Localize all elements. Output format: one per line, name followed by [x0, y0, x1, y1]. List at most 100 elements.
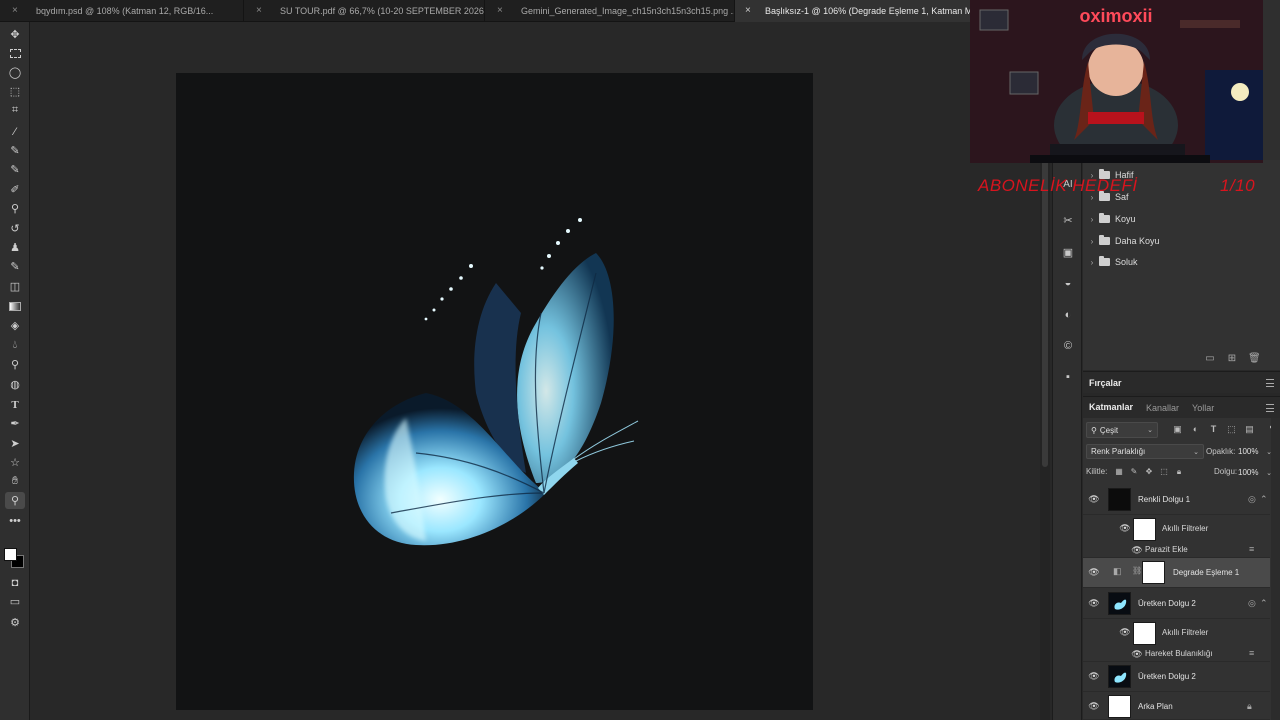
- layer-name: Degrade Eşleme 1: [1173, 568, 1240, 577]
- layer-degrade-esleme-1[interactable]: 👁︎ ◧ ⛓ Degrade Eşleme 1: [1083, 558, 1270, 588]
- close-tab-icon[interactable]: ×: [256, 5, 262, 16]
- new-preset-icon[interactable]: ⊞: [1226, 353, 1238, 365]
- layer-thumbnail: [1108, 488, 1131, 511]
- history-brush-icon[interactable]: ↺: [5, 220, 25, 237]
- link-icon[interactable]: ⛓: [1132, 566, 1142, 575]
- cc-icon[interactable]: ©: [1060, 338, 1076, 354]
- clone-stamp-icon[interactable]: ⚲: [5, 200, 25, 217]
- preset-folder-soluk[interactable]: › Soluk: [1083, 252, 1268, 272]
- preset-folder-koyu[interactable]: › Koyu: [1083, 209, 1268, 229]
- preset-folder-daha-koyu[interactable]: › Daha Koyu: [1083, 231, 1268, 251]
- smart-filters-row[interactable]: 👁︎ Akıllı Filtreler: [1083, 514, 1270, 544]
- tab-layers[interactable]: Katmanlar: [1089, 397, 1134, 419]
- filter-hareket-bulanikligi[interactable]: 👁︎ Hareket Bulanıklığı ≡: [1083, 646, 1270, 662]
- tab-paths[interactable]: Yollar: [1192, 397, 1214, 419]
- smart-filters-row-2[interactable]: 👁︎ Akıllı Filtreler: [1083, 618, 1270, 648]
- healing-brush-icon[interactable]: ✎: [5, 142, 25, 159]
- shape-filter-icon[interactable]: ⬚: [1226, 424, 1237, 435]
- visibility-eye-icon[interactable]: 👁︎: [1131, 545, 1143, 555]
- crop-icon[interactable]: ⌗: [5, 102, 25, 119]
- properties-icon[interactable]: ▣: [1060, 244, 1076, 260]
- spot-brush-icon[interactable]: ✎: [5, 258, 25, 275]
- close-tab-icon[interactable]: ×: [12, 5, 18, 16]
- pen-icon[interactable]: ✒: [5, 415, 25, 432]
- plugins-icon[interactable]: ▪: [1060, 369, 1076, 385]
- new-folder-icon[interactable]: ▭: [1204, 353, 1216, 365]
- eraser-icon[interactable]: ◫: [5, 278, 25, 295]
- visibility-eye-icon[interactable]: 👁︎: [1088, 567, 1100, 577]
- close-tab-icon[interactable]: ×: [497, 5, 503, 16]
- visibility-eye-icon[interactable]: 👁︎: [1088, 598, 1100, 608]
- zoom-icon[interactable]: ⚲: [5, 492, 25, 509]
- eyedropper-icon[interactable]: ⁄: [5, 123, 25, 140]
- foreground-color-swatch[interactable]: [4, 548, 17, 561]
- filter-kind-select[interactable]: ⚲ Çeşit ⌄: [1086, 422, 1158, 438]
- visibility-eye-icon[interactable]: 👁︎: [1131, 649, 1143, 659]
- visibility-eye-icon[interactable]: 👁︎: [1088, 701, 1100, 711]
- tools-icon[interactable]: ✂: [1060, 212, 1076, 228]
- marquee-icon[interactable]: [5, 45, 25, 62]
- smart-filter-icon[interactable]: ◎: [1248, 598, 1256, 609]
- brushes-panel-header[interactable]: Fırçalar: [1083, 371, 1280, 393]
- lock-position-icon[interactable]: ✥: [1144, 467, 1154, 477]
- visibility-eye-icon[interactable]: 👁︎: [1088, 671, 1100, 681]
- quick-mask-icon[interactable]: ◘: [5, 574, 25, 591]
- adjustment-filter-icon[interactable]: ◐: [1190, 424, 1201, 435]
- layer-uretken-dolgu-2[interactable]: 👁︎ Üretken Dolgu 2 ◎ ⌃: [1083, 589, 1270, 619]
- pencil-icon[interactable]: ✐: [5, 181, 25, 198]
- panel-menu-icon[interactable]: [1266, 404, 1274, 412]
- tab-untitled-1[interactable]: × Başlıksız-1 @ 106% (Degrade Eşleme 1, …: [735, 0, 1005, 22]
- chevron-up-icon[interactable]: ⌃: [1260, 598, 1268, 609]
- libraries-icon[interactable]: ◐: [1060, 307, 1076, 323]
- sponge-icon[interactable]: ◍: [5, 376, 25, 393]
- lock-artboard-icon[interactable]: ⬚: [1159, 467, 1169, 477]
- layer-uretken-dolgu-2-copy[interactable]: 👁︎ Üretken Dolgu 2: [1083, 662, 1270, 692]
- smart-object-filter-icon[interactable]: ▤: [1244, 424, 1255, 435]
- tools-panel: ✥ ◯ ⬚ ⌗ ⁄ ✎ ✎ ✐ ⚲ ↺ ♟ ✎ ◫ ◈ 💧︎ ⚲ ◍ T ✒ ➤…: [0, 22, 30, 720]
- edit-toolbar-icon[interactable]: ⚙: [5, 614, 25, 631]
- panel-menu-icon[interactable]: [1266, 379, 1274, 387]
- type-filter-icon[interactable]: T: [1208, 424, 1219, 435]
- folder-label: Soluk: [1115, 257, 1138, 267]
- filter-parazit-ekle[interactable]: 👁︎ Parazit Ekle ≡: [1083, 542, 1270, 558]
- filter-options-icon[interactable]: ≡: [1249, 544, 1254, 554]
- blur-icon[interactable]: 💧︎: [5, 337, 25, 354]
- tab-su-tour[interactable]: × SU TOUR.pdf @ 66,7% (10-20 SEPTEMBER 2…: [244, 0, 485, 22]
- tab-gemini-image[interactable]: × Gemini_Generated_Image_ch15n3ch15n3ch1…: [485, 0, 735, 22]
- path-select-icon[interactable]: ➤: [5, 435, 25, 452]
- layer-arka-plan[interactable]: 👁︎ Arka Plan 🔒︎: [1083, 692, 1270, 720]
- layers-scrollbar[interactable]: [1271, 418, 1280, 720]
- tab-bqydim[interactable]: × bqydım.psd @ 108% (Katman 12, RGB/16..…: [0, 0, 244, 22]
- object-select-icon[interactable]: ⬚: [5, 83, 25, 100]
- more-tools-icon[interactable]: •••: [5, 512, 25, 529]
- lasso-icon[interactable]: ◯: [5, 64, 25, 81]
- type-icon[interactable]: T: [5, 396, 25, 413]
- gradient-icon[interactable]: [5, 298, 25, 315]
- lock-all-icon[interactable]: 🔒︎: [1174, 467, 1184, 477]
- filter-options-icon[interactable]: ≡: [1249, 648, 1254, 658]
- document-canvas[interactable]: [176, 73, 813, 710]
- visibility-eye-icon[interactable]: 👁︎: [1119, 627, 1131, 637]
- close-tab-icon[interactable]: ×: [745, 5, 751, 16]
- stamp-icon[interactable]: ♟: [5, 239, 25, 256]
- layer-renkli-dolgu-1[interactable]: 👁︎ Renkli Dolgu 1 ◎ ⌃: [1083, 485, 1270, 515]
- smart-filter-icon[interactable]: ◎: [1248, 494, 1256, 505]
- channel-logo-text: oximoxii: [1079, 6, 1152, 26]
- blend-mode-select[interactable]: Renk Parlaklığı ⌄: [1086, 444, 1204, 459]
- lock-transparency-icon[interactable]: ▦: [1114, 467, 1124, 477]
- trash-icon[interactable]: 🗑︎: [1248, 353, 1261, 365]
- tab-channels[interactable]: Kanallar: [1146, 397, 1179, 419]
- pixel-filter-icon[interactable]: ▣: [1172, 424, 1183, 435]
- hand-icon[interactable]: ✋︎: [5, 473, 25, 490]
- lock-pixels-icon[interactable]: ✎: [1129, 467, 1139, 477]
- paint-bucket-icon[interactable]: ◈: [5, 317, 25, 334]
- shape-icon[interactable]: ☆: [5, 454, 25, 471]
- move-icon[interactable]: ✥: [5, 26, 25, 43]
- dodge-icon[interactable]: ⚲: [5, 356, 25, 373]
- screen-mode-icon[interactable]: ▭: [5, 593, 25, 610]
- visibility-eye-icon[interactable]: 👁︎: [1119, 523, 1131, 533]
- brush-icon[interactable]: ✎: [5, 161, 25, 178]
- adjustments-icon[interactable]: ◒: [1060, 275, 1076, 291]
- chevron-up-icon[interactable]: ⌃: [1260, 494, 1268, 505]
- visibility-eye-icon[interactable]: 👁︎: [1088, 494, 1100, 504]
